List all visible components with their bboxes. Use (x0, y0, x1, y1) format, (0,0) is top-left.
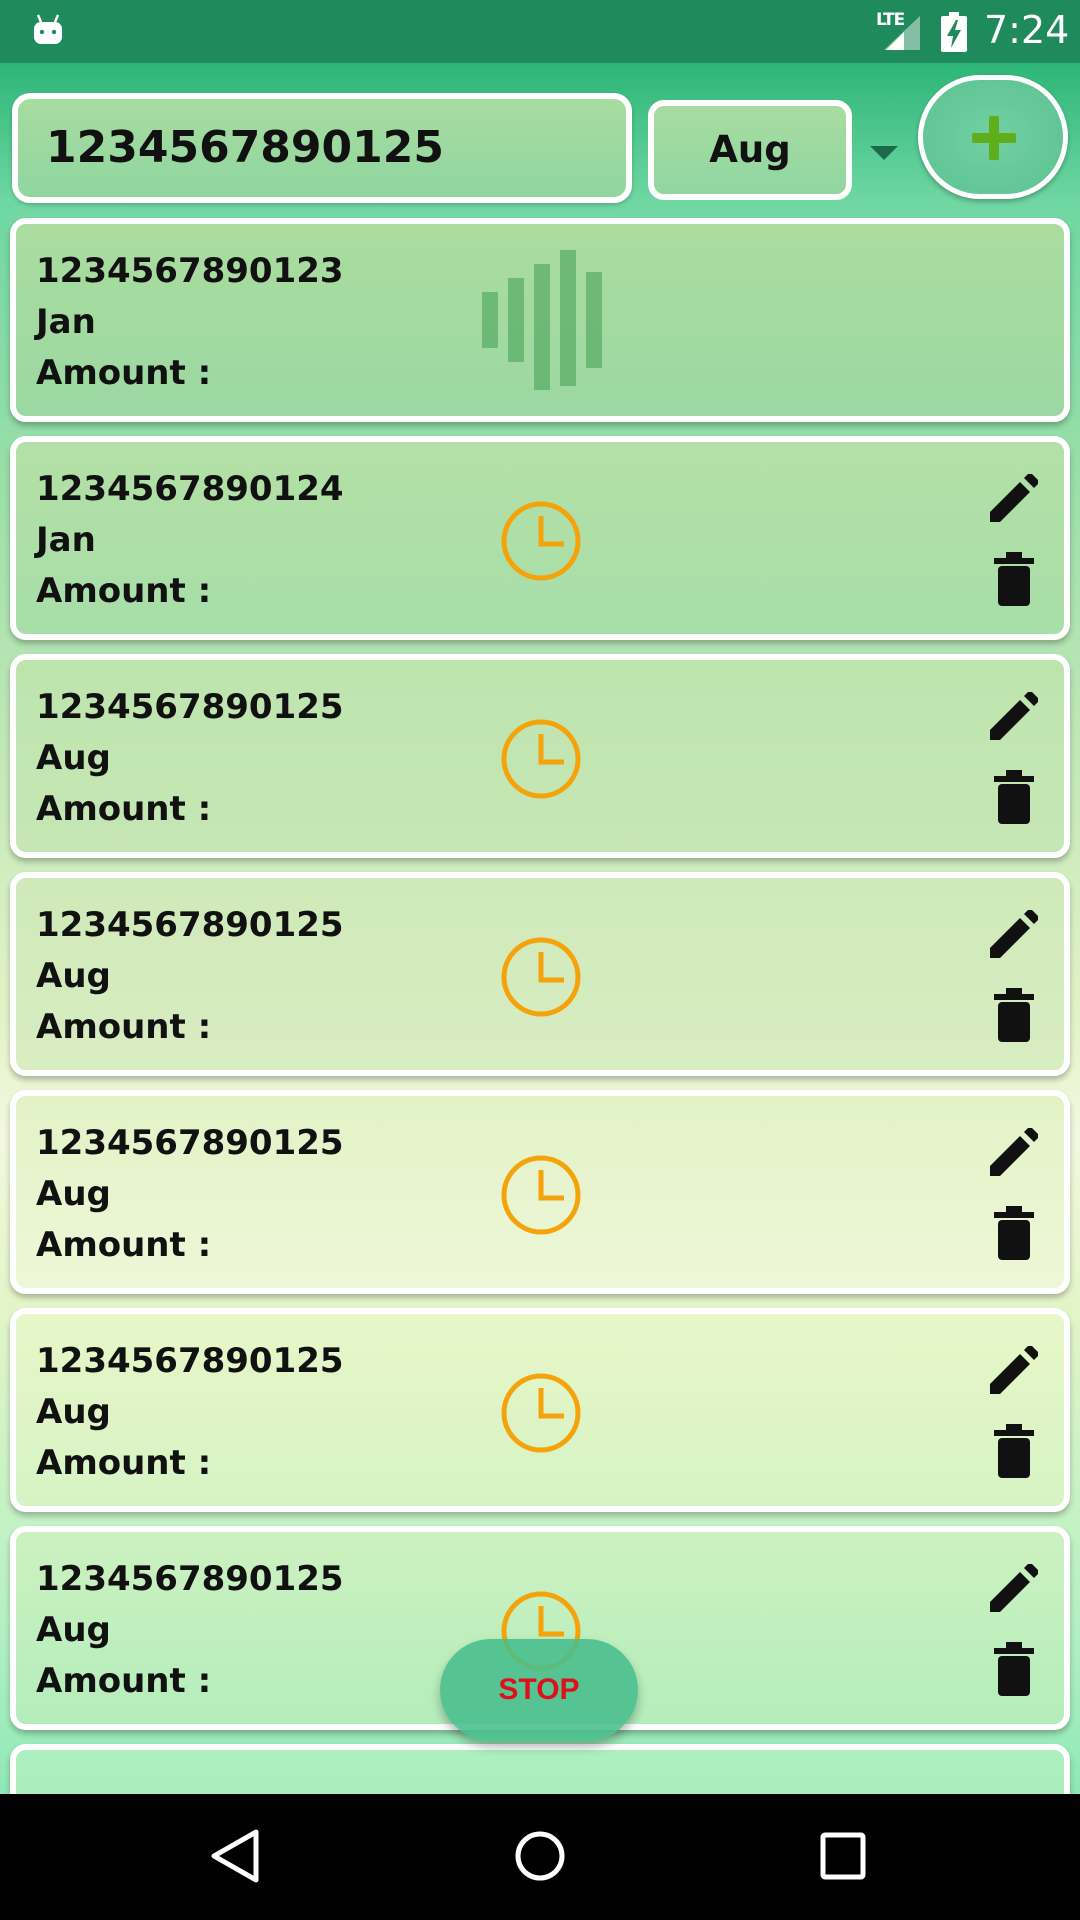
item-number: 1234567890125 (36, 1341, 344, 1381)
list-item[interactable]: 1234567890124 Jan Amount : (10, 436, 1070, 640)
item-number: 1234567890125 (36, 1123, 344, 1163)
edit-icon[interactable] (988, 690, 1040, 742)
item-amount-label: Amount : (36, 1007, 212, 1047)
audio-bars-icon (482, 250, 602, 390)
list-item[interactable] (10, 1744, 1070, 1794)
item-number: 1234567890123 (36, 251, 344, 291)
battery-charging-icon (941, 12, 967, 52)
android-notification-icon (34, 14, 62, 44)
edit-icon[interactable] (988, 1562, 1040, 1614)
edit-icon[interactable] (988, 1344, 1040, 1396)
item-number: 1234567890125 (36, 1559, 344, 1599)
clock-icon (501, 719, 581, 799)
home-icon[interactable] (514, 1828, 566, 1884)
list-item[interactable]: 1234567890125 Aug Amount : (10, 872, 1070, 1076)
item-amount-label: Amount : (36, 1661, 212, 1701)
list-item[interactable]: 1234567890125 Aug Amount : (10, 1090, 1070, 1294)
item-month: Aug (36, 1392, 111, 1432)
plus-icon (972, 116, 1016, 160)
input-toolbar: 1234567890125 Aug (0, 63, 1080, 218)
app-content: 1234567890125 Aug 1234567890123 Jan Amou… (0, 63, 1080, 1794)
delete-icon[interactable] (992, 770, 1036, 824)
item-month: Jan (36, 302, 96, 342)
delete-icon[interactable] (992, 988, 1036, 1042)
item-month: Aug (36, 1610, 111, 1650)
back-icon[interactable] (210, 1828, 260, 1884)
item-amount-label: Amount : (36, 1225, 212, 1265)
stop-button[interactable]: STOP (440, 1639, 638, 1741)
item-amount-label: Amount : (36, 571, 212, 611)
list-item[interactable]: 1234567890123 Jan Amount : (10, 218, 1070, 422)
list-item[interactable]: 1234567890125 Aug Amount : (10, 654, 1070, 858)
item-amount-label: Amount : (36, 353, 212, 393)
item-month: Aug (36, 738, 111, 778)
recents-icon[interactable] (818, 1830, 868, 1882)
item-amount-label: Amount : (36, 789, 212, 829)
item-number: 1234567890125 (36, 687, 344, 727)
item-month: Jan (36, 520, 96, 560)
edit-icon[interactable] (988, 1126, 1040, 1178)
dropdown-arrow-icon[interactable] (870, 146, 898, 160)
clock-icon (501, 1373, 581, 1453)
clock-icon (501, 1155, 581, 1235)
signal-icon (884, 16, 920, 50)
delete-icon[interactable] (992, 1642, 1036, 1696)
clock-icon (501, 501, 581, 581)
edit-icon[interactable] (988, 472, 1040, 524)
list-item[interactable]: 1234567890125 Aug Amount : (10, 1308, 1070, 1512)
status-bar: LTE 7:24 (0, 0, 1080, 63)
clock-time: 7:24 (984, 8, 1070, 52)
delete-icon[interactable] (992, 552, 1036, 606)
screen: LTE 7:24 1234567890125 Aug 1234567890123… (0, 0, 1080, 1920)
item-number: 1234567890125 (36, 905, 344, 945)
item-number: 1234567890124 (36, 469, 344, 509)
navigation-bar (0, 1794, 1080, 1920)
delete-icon[interactable] (992, 1206, 1036, 1260)
item-month: Aug (36, 1174, 111, 1214)
delete-icon[interactable] (992, 1424, 1036, 1478)
item-month: Aug (36, 956, 111, 996)
month-select[interactable]: Aug (648, 100, 852, 200)
clock-icon (501, 937, 581, 1017)
number-input[interactable]: 1234567890125 (12, 93, 632, 203)
edit-icon[interactable] (988, 908, 1040, 960)
item-amount-label: Amount : (36, 1443, 212, 1483)
add-button[interactable] (918, 75, 1068, 199)
